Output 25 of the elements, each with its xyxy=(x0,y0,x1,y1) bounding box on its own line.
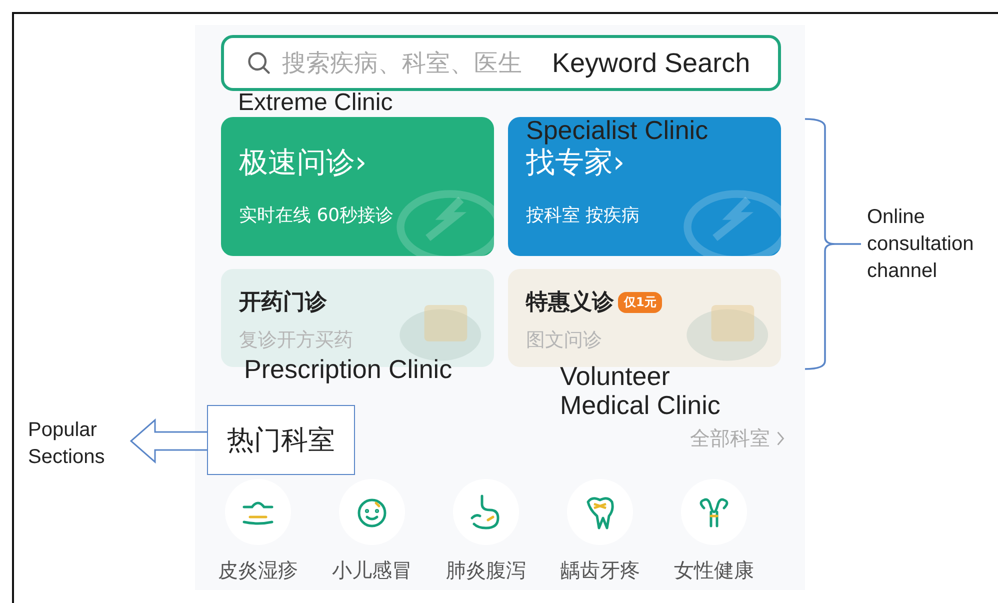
annotation-text: Online consultation channel xyxy=(867,205,975,284)
price-badge: 仅1元 xyxy=(618,292,662,312)
card-title: 开药门诊 xyxy=(239,288,327,317)
annotation-text: Extreme Clinic xyxy=(238,90,393,116)
section-title: 热门科室 xyxy=(227,424,335,458)
department-item[interactable]: 皮炎湿疹 xyxy=(201,479,315,584)
channel-card[interactable]: 特惠义诊 仅1元 图文问诊 xyxy=(508,269,781,367)
search-icon xyxy=(246,50,272,76)
department-item[interactable]: 龋齿牙疼 xyxy=(543,479,657,584)
card-subtitle: 按科室 按疾病 xyxy=(526,204,641,227)
annotation-text: Specialist Clinic xyxy=(526,116,708,145)
chevron-icon xyxy=(776,430,785,446)
department-item[interactable]: 肺炎腹泻 xyxy=(429,479,543,584)
card-subtitle: 图文问诊 xyxy=(526,328,603,353)
search-input[interactable]: 搜索疾病、科室、医生 xyxy=(280,48,546,78)
annotation-text: Keyword Search xyxy=(552,48,750,78)
department-item[interactable]: 女性健康 xyxy=(657,479,771,584)
card-title: 极速问诊› xyxy=(239,144,368,181)
search-field[interactable]: 搜索疾病、科室、医生 Keyword Search xyxy=(221,35,781,91)
card-subtitle: 复诊开方买药 xyxy=(239,328,354,353)
annotation-text: Popular Sections xyxy=(28,418,106,470)
department-item[interactable]: 小儿感冒 xyxy=(315,479,429,584)
card-title: 找专家› xyxy=(526,144,626,181)
card-title: 特惠义诊 xyxy=(526,289,614,317)
card-subtitle: 实时在线 60秒接诊 xyxy=(239,204,395,227)
